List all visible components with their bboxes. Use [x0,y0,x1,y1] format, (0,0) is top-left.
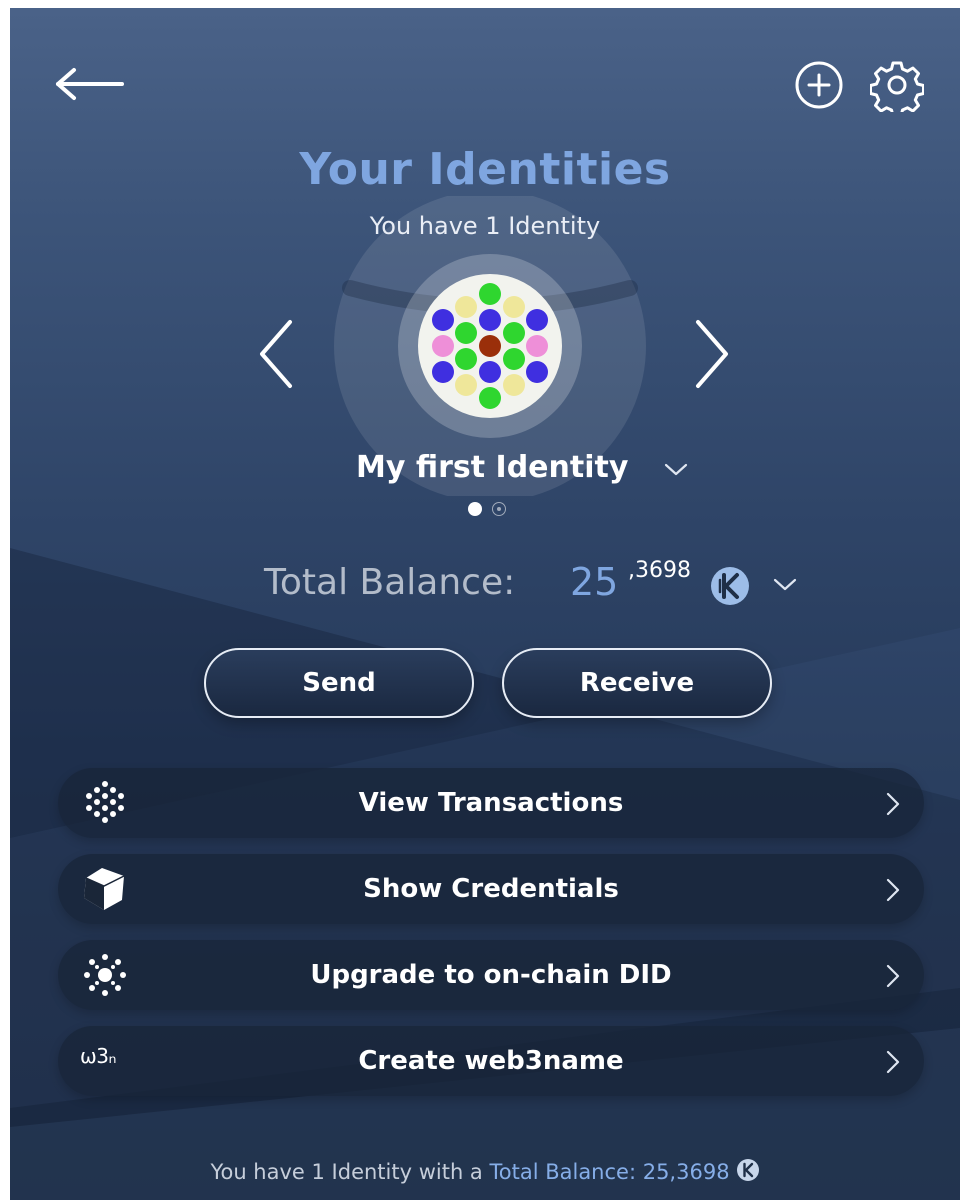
show-credentials-item[interactable]: Show Credentials [58,854,924,924]
gear-icon[interactable] [870,58,924,112]
footer-summary: You have 1 Identity with a Total Balance… [10,1158,960,1184]
next-identity-arrow-icon[interactable] [690,316,734,392]
upgrade-did-item[interactable]: Upgrade to on-chain DID [58,940,924,1010]
footer-balance-link[interactable]: Total Balance: 25,3698 [489,1160,729,1184]
app-panel: Your Identities You have 1 Identity [10,8,960,1200]
identity-menu-chevron-icon[interactable] [662,460,690,480]
back-arrow-icon[interactable] [54,64,126,104]
kilt-coin-icon [736,1159,759,1181]
view-transactions-item[interactable]: View Transactions [58,768,924,838]
kilt-coin-icon [711,567,749,605]
chevron-right-icon [886,792,900,816]
footer-text: You have 1 Identity with a [210,1160,490,1184]
balance-label: Total Balance: [264,562,516,603]
create-web3name-item[interactable]: ω3ₙ Create web3name [58,1026,924,1096]
chevron-right-icon [886,878,900,902]
page-dot[interactable] [492,502,506,516]
page-title: Your Identities [299,144,671,195]
previous-identity-arrow-icon[interactable] [254,316,298,392]
balance-decimal: ,3698 [628,558,691,583]
identity-name[interactable]: My first Identity [356,450,628,485]
menu-item-label: View Transactions [358,788,624,818]
balance-chevron-icon[interactable] [772,576,798,594]
menu-item-label: Upgrade to on-chain DID [310,960,672,990]
chevron-right-icon [886,964,900,988]
send-button[interactable]: Send [204,648,474,718]
menu-item-label: Create web3name [358,1046,624,1076]
receive-button[interactable]: Receive [502,648,772,718]
balance-integer: 25 [570,560,619,604]
menu-item-label: Show Credentials [363,874,619,904]
chevron-right-icon [886,1050,900,1074]
add-circle-icon[interactable] [792,58,846,112]
identity-pagination [466,500,516,520]
total-balance: Total Balance: 25 ,3698 [264,556,824,616]
page-dot-active[interactable] [468,502,482,516]
